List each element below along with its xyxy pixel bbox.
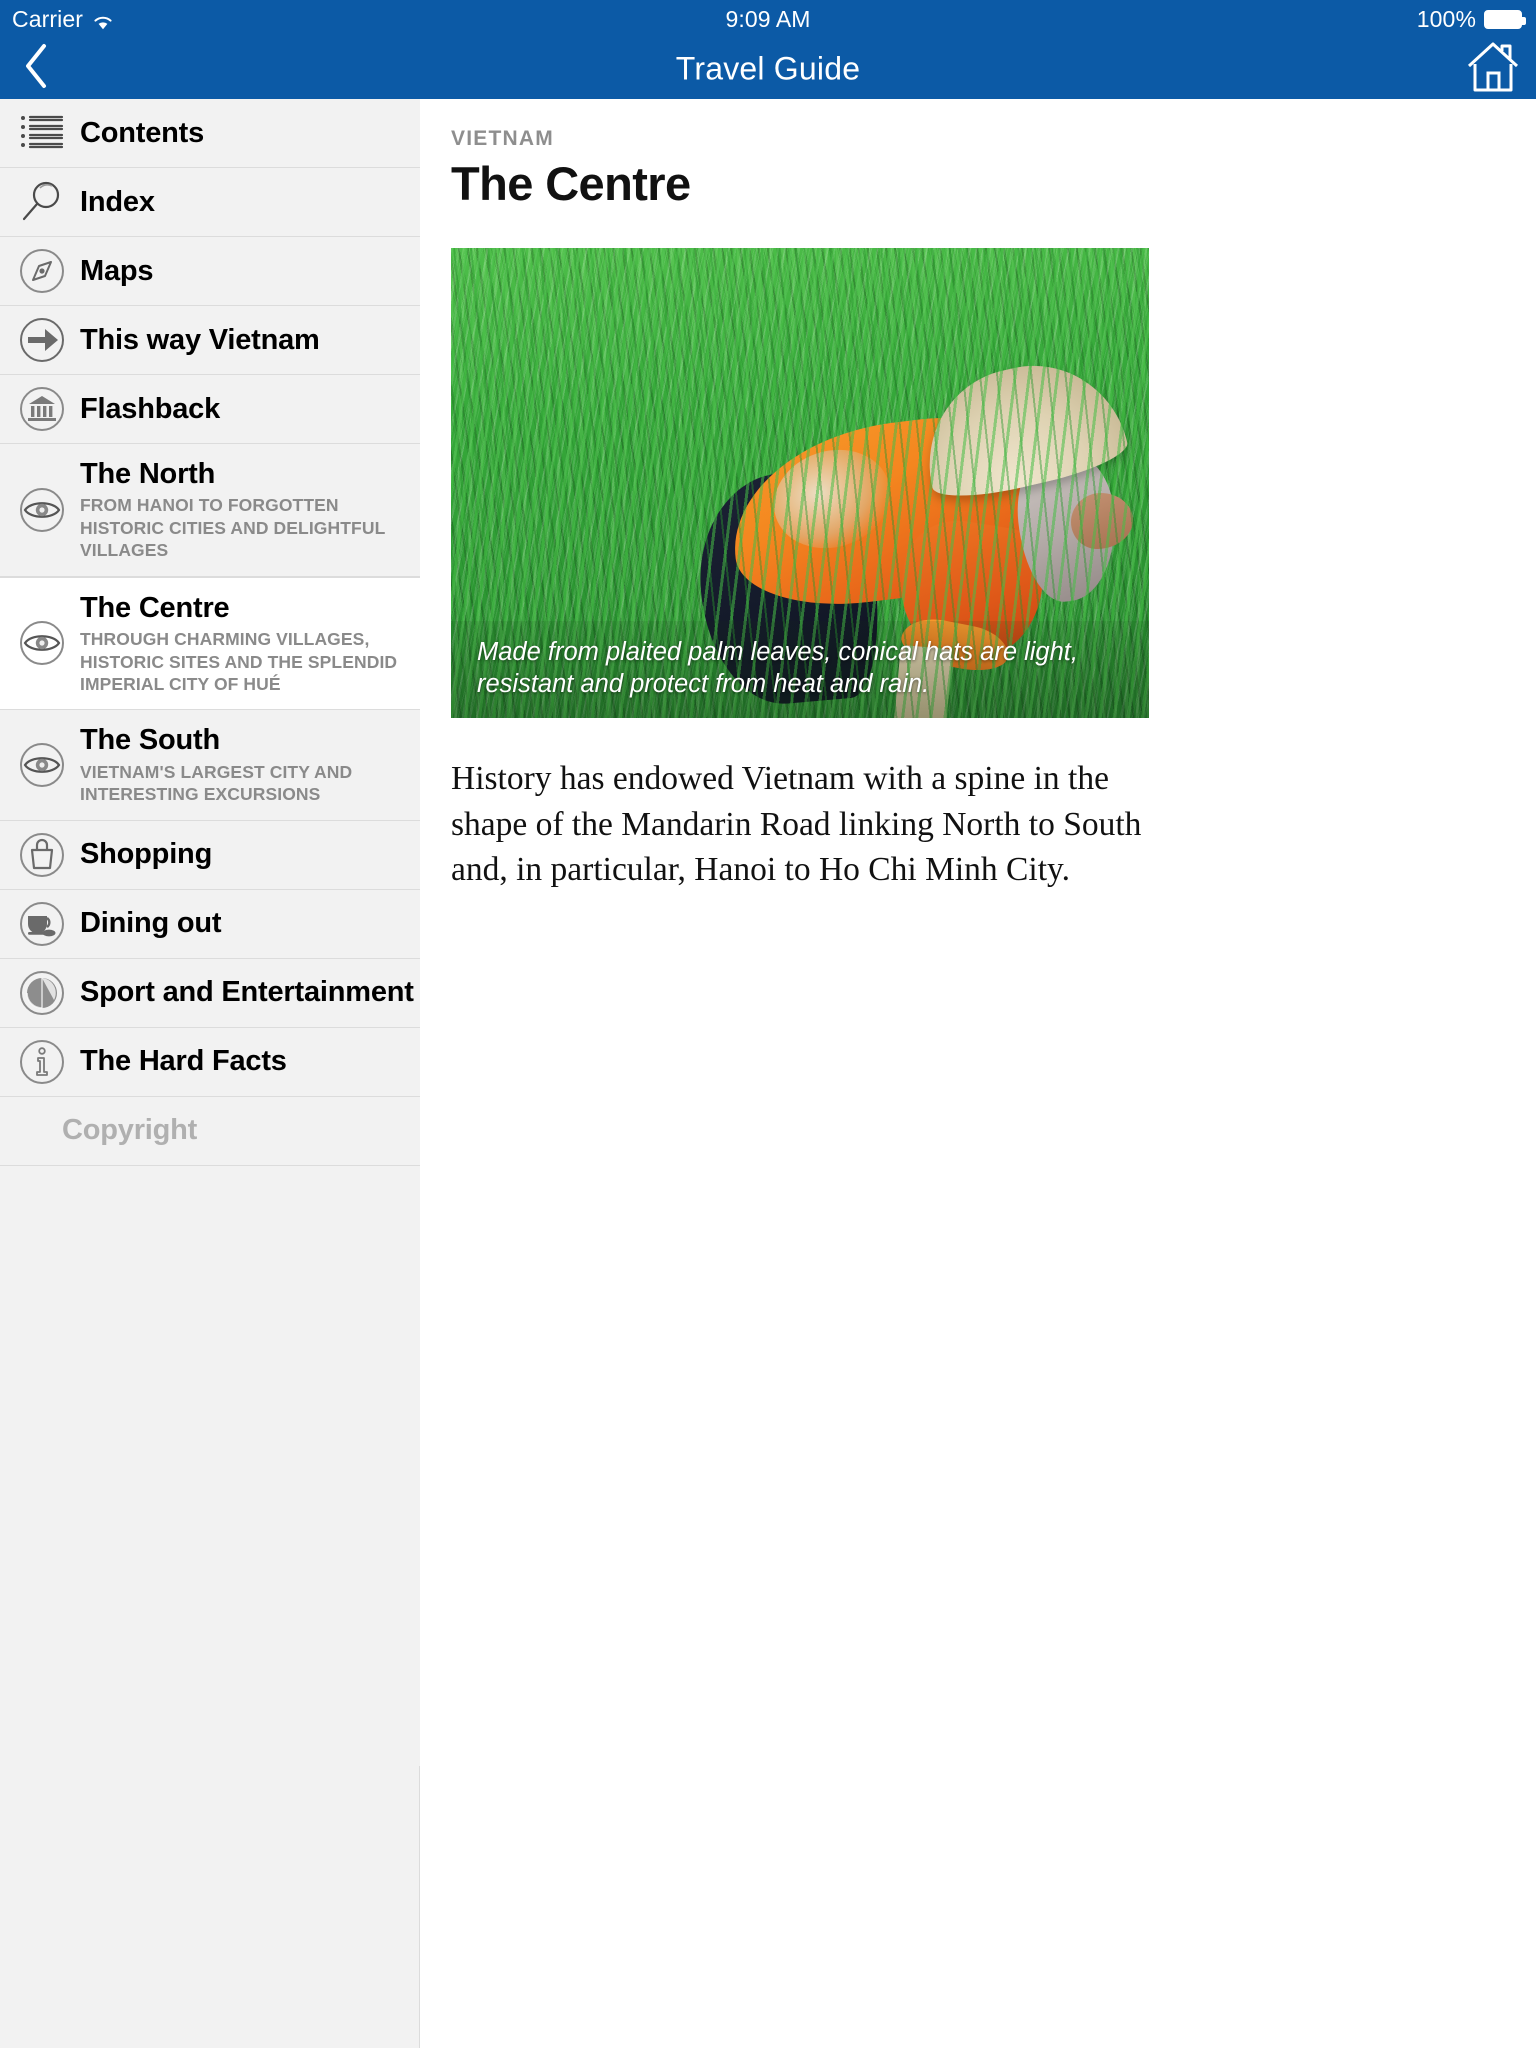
magnifier-icon (14, 174, 70, 230)
sidebar-item-label: Copyright (62, 1114, 198, 1147)
sidebar-item-flashback[interactable]: Flashback (0, 375, 420, 444)
sidebar-item-label: Shopping (80, 838, 213, 871)
battery-full-icon (1484, 9, 1526, 29)
sidebar-item-the-hard-facts[interactable]: The Hard Facts (0, 1027, 420, 1097)
sidebar-list: Contents Index Maps This way Vietnam Fla… (0, 99, 421, 1766)
sidebar-item-text: Flashback (80, 393, 220, 425)
status-bar-clock: 9:09 AM (725, 5, 811, 32)
sidebar-item-label: Dining out (80, 907, 222, 940)
status-bar-right: 100% (1416, 5, 1526, 33)
sidebar-item-text: Index (80, 186, 155, 218)
home-icon (1466, 40, 1520, 97)
sidebar-item-text: The North FROM HANOI TO FORGOTTEN HISTOR… (80, 458, 420, 562)
sidebar-item-index[interactable]: Index (0, 168, 420, 237)
info-icon (14, 1034, 70, 1090)
sidebar-item-the-centre[interactable]: The Centre THROUGH CHARMING VILLAGES, HI… (0, 576, 421, 711)
sidebar-item-maps[interactable]: Maps (0, 237, 420, 306)
figure-caption: Made from plaited palm leaves, conical h… (451, 621, 1149, 718)
sidebar-item-label: Sport and Entertainment (80, 976, 414, 1009)
sidebar-item-label: Flashback (80, 392, 221, 425)
sidebar-item-text: Maps (80, 254, 154, 287)
sidebar-item-text: This way Vietnam (80, 324, 320, 356)
article-content: VIETNAM The Centre Made from plaited pal… (421, 99, 1536, 2048)
arrow-right-circle-icon (14, 312, 70, 368)
sidebar-item-text: Sport and Entertainment (80, 976, 414, 1008)
selected-indicator-caret (408, 630, 421, 657)
sidebar-item-contents[interactable]: Contents (0, 99, 420, 168)
body-area: Contents Index Maps This way Vietnam Fla… (0, 99, 1536, 2048)
sidebar-item-subtitle: VIETNAM'S LARGEST CITY AND INTERESTING E… (80, 761, 353, 805)
article-paragraph: History has endowed Vietnam with a spine… (451, 759, 1142, 889)
article-headline: The Centre (451, 157, 691, 210)
sidebar-empty-space (0, 1165, 420, 1766)
navigation-bar: Travel Guide (0, 38, 1536, 99)
sidebar-item-text: The Hard Facts (80, 1045, 287, 1077)
shopping-bag-icon (14, 827, 70, 883)
list-icon (14, 105, 70, 161)
sidebar-item-label: The Hard Facts (80, 1045, 287, 1078)
sidebar: Contents Index Maps This way Vietnam Fla… (0, 99, 421, 2048)
beach-ball-icon (14, 965, 70, 1021)
compass-icon (14, 243, 70, 299)
eye-icon (14, 615, 70, 671)
sidebar-item-text: Copyright (62, 1114, 197, 1146)
sidebar-item-copyright[interactable]: Copyright (0, 1096, 420, 1166)
sidebar-item-text: The Centre THROUGH CHARMING VILLAGES, HI… (80, 592, 420, 696)
eye-icon (14, 737, 70, 793)
sidebar-item-this-way-vietnam[interactable]: This way Vietnam (0, 306, 420, 375)
sidebar-item-text: Contents (80, 117, 204, 149)
sidebar-item-subtitle: FROM HANOI TO FORGOTTEN HISTORIC CITIES … (80, 495, 386, 561)
sidebar-item-text: Shopping (80, 838, 212, 870)
sidebar-item-label: Contents (80, 116, 205, 149)
sidebar-item-label: Maps (80, 254, 154, 287)
sidebar-item-label: This way Vietnam (80, 323, 320, 356)
sidebar-item-shopping[interactable]: Shopping (0, 820, 420, 890)
battery-percent-label: 100% (1416, 5, 1476, 32)
sidebar-item-label: The North (80, 458, 216, 490)
sidebar-item-label: The Centre (80, 591, 230, 624)
home-button[interactable] (1464, 41, 1522, 97)
page-title: Travel Guide (675, 50, 861, 86)
status-bar: Carrier 9:09 AM 100% (0, 0, 1536, 38)
sidebar-item-sport-and-entertainment[interactable]: Sport and Entertainment (0, 958, 420, 1028)
app-screen: Carrier 9:09 AM 100% Travel Guide Conten… (0, 0, 1536, 2048)
sidebar-item-the-south[interactable]: The South VIETNAM'S LARGEST CITY AND INT… (0, 710, 420, 821)
museum-icon (14, 381, 70, 437)
article-kicker: VIETNAM (451, 127, 554, 150)
sidebar-item-label: Index (80, 185, 155, 218)
cup-spoon-icon (14, 896, 70, 952)
sidebar-item-the-north[interactable]: The North FROM HANOI TO FORGOTTEN HISTOR… (0, 444, 420, 577)
eye-icon (14, 482, 70, 538)
sidebar-item-text: The South VIETNAM'S LARGEST CITY AND INT… (80, 724, 420, 805)
sidebar-item-label: The South (80, 724, 220, 757)
article-figure: Made from plaited palm leaves, conical h… (451, 247, 1149, 718)
sidebar-item-text: Dining out (80, 907, 222, 940)
sidebar-item-subtitle: THROUGH CHARMING VILLAGES, HISTORIC SITE… (80, 629, 398, 694)
sidebar-item-dining-out[interactable]: Dining out (0, 889, 420, 959)
